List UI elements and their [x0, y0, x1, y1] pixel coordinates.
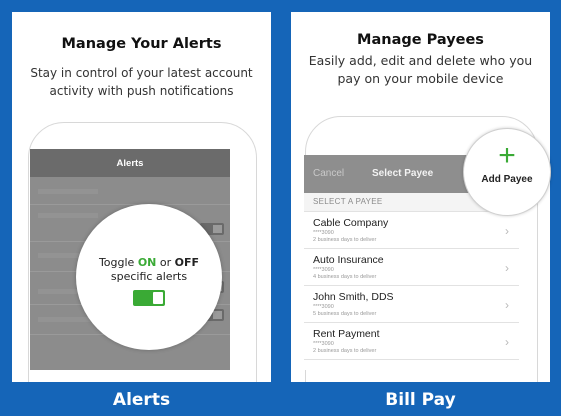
payee-row[interactable]: Auto Insurance ****3090 4 business days … — [304, 249, 519, 286]
payee-account: ****3090 — [313, 341, 334, 347]
alerts-caption: Alerts — [112, 389, 171, 410]
toggle-prefix: Toggle — [98, 256, 138, 269]
payee-account: ****3090 — [313, 267, 334, 273]
chevron-right-icon: › — [505, 298, 509, 312]
toggle-callout-text: Toggle ON or OFF specific alerts — [76, 256, 222, 284]
alerts-title: Manage Your Alerts — [61, 36, 222, 52]
blurred-text — [38, 189, 98, 194]
payee-name: John Smith, DDS — [313, 291, 394, 303]
payee-row[interactable]: John Smith, DDS ****3090 5 business days… — [304, 286, 519, 323]
select-payee-title: Select Payee — [372, 168, 434, 179]
payee-name: Rent Payment — [313, 328, 380, 340]
divider — [30, 204, 230, 205]
billpay-subtitle: Easily add, edit and delete who you pay … — [308, 53, 533, 86]
payee-name: Cable Company — [313, 217, 389, 229]
toggle-or: or — [156, 256, 175, 269]
payee-account: ****3090 — [313, 230, 334, 236]
payee-row[interactable]: Rent Payment ****3090 2 business days to… — [304, 323, 519, 360]
toggle-off-label: OFF — [174, 256, 200, 269]
billpay-caption: Bill Pay — [385, 389, 456, 410]
add-payee-label: Add Payee — [481, 174, 533, 185]
payee-name: Auto Insurance — [313, 254, 384, 266]
payee-account: ****3090 — [313, 304, 334, 310]
cancel-button[interactable]: Cancel — [313, 168, 344, 179]
chevron-right-icon: › — [505, 224, 509, 238]
payee-delivery: 5 business days to deliver — [313, 311, 377, 317]
payee-delivery: 2 business days to deliver — [313, 237, 377, 243]
blurred-text — [38, 213, 98, 218]
toggle-switch[interactable] — [133, 290, 165, 306]
alerts-subtitle: Stay in control of your latest account a… — [30, 66, 253, 98]
toggle-on-label: ON — [137, 256, 157, 269]
payee-delivery: 2 business days to deliver — [313, 348, 377, 354]
billpay-title: Manage Payees — [357, 32, 484, 48]
plus-icon: + — [498, 139, 516, 172]
alerts-screen-header: Alerts — [30, 149, 230, 177]
payee-row[interactable]: Cable Company ****3090 2 business days t… — [304, 212, 519, 249]
chevron-right-icon: › — [505, 261, 509, 275]
chevron-right-icon: › — [505, 335, 509, 349]
payee-delivery: 4 business days to deliver — [313, 274, 377, 280]
add-payee-button[interactable]: + Add Payee — [463, 128, 551, 216]
toggle-callout: Toggle ON or OFF specific alerts — [76, 204, 222, 350]
toggle-line2: specific alerts — [110, 270, 188, 283]
